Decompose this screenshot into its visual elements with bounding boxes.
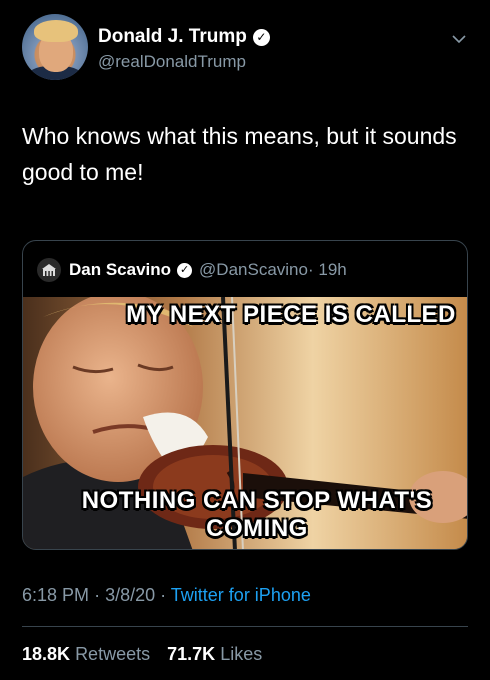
- verified-badge-icon: ✓: [252, 29, 270, 46]
- quoted-tweet-header: Dan Scavino ✓ @DanScavino 19h: [37, 257, 347, 283]
- retweets-label: Retweets: [75, 644, 151, 664]
- author-avatar[interactable]: [22, 14, 88, 80]
- quoted-tweet-time: 19h: [308, 260, 346, 280]
- quoted-author-avatar: [37, 258, 61, 282]
- tweet-text: Who knows what this means, but it sounds…: [22, 123, 457, 185]
- meme-top-text: MY NEXT PIECE IS CALLED: [126, 301, 456, 328]
- chevron-down-icon[interactable]: [450, 30, 468, 48]
- divider: [22, 626, 468, 627]
- meta-separator: ·: [160, 585, 171, 605]
- quoted-tweet[interactable]: Dan Scavino ✓ @DanScavino 19h: [22, 240, 468, 550]
- meme-bottom-text: NOTHING CAN STOP WHAT'S COMING: [81, 487, 433, 542]
- quoted-author-name[interactable]: Dan Scavino: [69, 260, 171, 280]
- tweet: Donald J. Trump ✓ @realDonaldTrump Who kn…: [0, 0, 490, 680]
- quoted-verified-badge-icon: ✓: [177, 262, 193, 278]
- tweet-time[interactable]: 6:18 PM: [22, 585, 89, 605]
- tweet-meta: 6:18 PM · 3/8/20 · Twitter for iPhone: [22, 585, 311, 606]
- tweet-date[interactable]: 3/8/20: [105, 585, 155, 605]
- likes-label: Likes: [220, 644, 263, 664]
- retweets-stat[interactable]: 18.8K Retweets: [22, 644, 155, 664]
- quoted-author-handle[interactable]: @DanScavino: [199, 260, 308, 280]
- avatar-hair: [34, 20, 78, 42]
- likes-count: 71.7K: [167, 644, 216, 664]
- retweets-count: 18.8K: [22, 644, 71, 664]
- author-name[interactable]: Donald J. Trump: [98, 26, 247, 47]
- meta-separator: ·: [94, 585, 106, 605]
- likes-stat[interactable]: 71.7K Likes: [167, 644, 262, 664]
- author-handle[interactable]: @realDonaldTrump: [98, 52, 246, 72]
- quoted-tweet-image[interactable]: MY NEXT PIECE IS CALLED NOTHING CAN STOP…: [23, 297, 467, 549]
- author-name-row[interactable]: Donald J. Trump ✓: [98, 26, 270, 48]
- tweet-source[interactable]: Twitter for iPhone: [171, 585, 311, 605]
- tweet-stats: 18.8K Retweets 71.7K Likes: [22, 644, 274, 665]
- white-house-icon: [42, 264, 56, 276]
